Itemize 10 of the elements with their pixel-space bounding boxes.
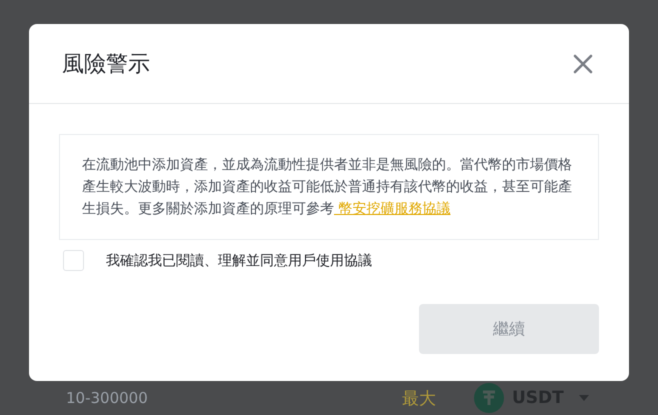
agreement-checkbox[interactable]	[63, 250, 84, 271]
dialog-title: 風險警示	[62, 50, 150, 78]
agreement-label: 我確認我已閱讀、理解並同意用戶使用協議	[106, 252, 372, 270]
warning-text: 在流動池中添加資產，並成為流動性提供者並非是無風險的。當代幣的市場價格產生較大波動時，添加資產的收益可能低於普通持有該代幣的收益，甚至可能產生損失。更多關於添加資產的原理可參考 幣安挖礦服務協議	[59, 134, 599, 240]
coin-icon	[474, 383, 504, 413]
amount-input[interactable]: 10-300000	[66, 389, 396, 407]
close-icon	[573, 54, 593, 74]
max-label: 最大	[402, 388, 436, 410]
caret-icon	[578, 394, 590, 402]
agreement-link[interactable]: 幣安挖礦服務協議	[334, 201, 450, 217]
